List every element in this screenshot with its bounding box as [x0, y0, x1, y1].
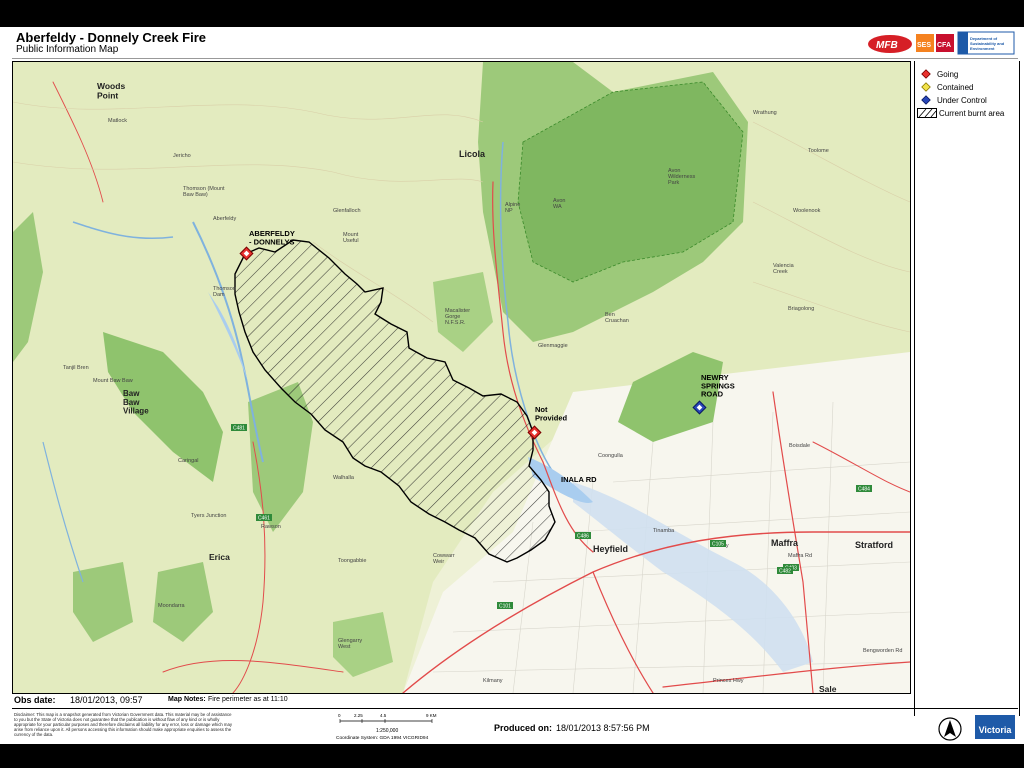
- scale-tick-2: 4.5: [380, 713, 387, 718]
- road-shield: C486: [575, 532, 591, 540]
- road-shield: C105: [710, 540, 726, 548]
- agency-logos: MFB SES CFA Department of Sustainability…: [868, 31, 1015, 55]
- map-place-label: Bengworden Rd: [863, 648, 902, 654]
- map-place-label: Princes Hwy: [713, 678, 744, 684]
- disclaimer-text: Disclaimer: This map is a snapshot gener…: [14, 712, 233, 738]
- road-shield: C101: [497, 602, 513, 610]
- legend-contained: Contained: [921, 82, 973, 92]
- svg-text:C101: C101: [499, 604, 511, 610]
- map-notes-value: Fire perimeter as at 11:10: [208, 696, 288, 703]
- legend-label-contained: Contained: [937, 82, 974, 92]
- map-place-label: Tanjil Bren: [63, 365, 89, 371]
- map-place-label: Toolome: [808, 148, 829, 154]
- north-arrow-icon: [938, 717, 962, 741]
- map-panel[interactable]: ABERFELDY - DONNELYS Not Provided INALA RD…: [12, 61, 911, 694]
- victoria-logo: Victoria: [975, 715, 1015, 739]
- map-place-label: Moondarra: [158, 603, 186, 609]
- map-place-label: Coongulla: [598, 453, 624, 459]
- scale-tick-3: 9 KM: [426, 713, 437, 718]
- contained-diamond-icon: [921, 82, 931, 92]
- town-licola: Licola: [459, 149, 486, 159]
- legend-going: Going: [921, 69, 958, 79]
- svg-text:C461: C461: [258, 516, 270, 522]
- road-shield: C461: [256, 514, 272, 522]
- town-erica: Erica: [209, 552, 230, 562]
- town-heyfield: Heyfield: [593, 544, 628, 554]
- map-notes-label: Map Notes:: [168, 696, 206, 703]
- going-diamond-icon: [921, 69, 931, 79]
- mfb-logo: MFB: [868, 35, 912, 53]
- map-sheet: Aberfeldy - Donnely Creek Fire Public In…: [0, 27, 1024, 744]
- obs-date-value: 18/01/2013, 09:57: [70, 695, 143, 705]
- map-place-label: Boisdale: [789, 443, 810, 449]
- map-place-label: Woolenook: [793, 208, 821, 214]
- map-place-label: Matlock: [108, 118, 127, 124]
- map-place-label: Mount Useful: [343, 232, 359, 244]
- map-place-label: Maffra Rd: [788, 553, 812, 559]
- road-shield: C481: [231, 424, 247, 432]
- map-place-label: Kilmany: [483, 678, 503, 684]
- cfa-logo: CFA: [936, 34, 954, 52]
- map-place-label: Rawson: [261, 524, 281, 530]
- map-title: Aberfeldy - Donnely Creek Fire: [16, 30, 206, 45]
- legend-panel: Going Contained Under Control Current bu…: [914, 61, 1020, 716]
- under-control-diamond-icon: [921, 95, 931, 105]
- map-place-label: Aberfeldy: [213, 216, 236, 222]
- svg-text:C486: C486: [577, 534, 589, 540]
- map-place-label: Caringal: [178, 458, 198, 464]
- legend-label-under-control: Under Control: [937, 95, 987, 105]
- town-sale: Sale: [819, 684, 837, 693]
- map-place-label: Tyers Junction: [191, 513, 226, 519]
- town-stratford: Stratford: [855, 540, 893, 550]
- observation-row: Obs date: 18/01/2013, 09:57 Map Notes: F…: [12, 694, 912, 706]
- produced-on-label: Produced on:: [494, 723, 552, 733]
- map-place-label: Walhalla: [333, 475, 355, 481]
- burnt-area-hatch-icon: [917, 108, 937, 118]
- fire-label-aberfeldy: ABERFELDY - DONNELYS: [249, 229, 295, 246]
- road-shield: C484: [856, 485, 872, 493]
- svg-text:C105: C105: [712, 542, 724, 548]
- map-place-label: Glenmaggie: [538, 343, 568, 349]
- svg-text:C481: C481: [233, 426, 245, 432]
- dse-logo: Department of Sustainability and Environ…: [957, 31, 1015, 55]
- map-subtitle: Public Information Map: [16, 44, 119, 55]
- produced-on-value: 18/01/2013 8:57:56 PM: [556, 723, 650, 733]
- map-place-label: Wrathung: [753, 110, 777, 116]
- mfb-logo-text: MFB: [876, 40, 898, 51]
- fire-label-inala: INALA RD: [561, 475, 597, 484]
- scale-bar: 0 2.25 4.5 9 KM 1:250,000 Coordinate Sys…: [336, 713, 437, 741]
- header-divider: [12, 58, 1018, 59]
- scale-ratio: 1:250,000: [376, 728, 398, 734]
- road-shield: C482: [777, 567, 793, 575]
- legend-burnt: Current burnt area: [917, 108, 1004, 118]
- map-place-label: Tinamba: [653, 528, 675, 534]
- svg-text:Environment: Environment: [970, 46, 995, 51]
- ses-logo: SES: [916, 34, 934, 52]
- legend-label-going: Going: [937, 69, 959, 79]
- map-place-label: Toongabbie: [338, 558, 366, 564]
- map-place-label: Glenfalloch: [333, 208, 361, 214]
- map-place-label: Briagolong: [788, 306, 814, 312]
- svg-text:C482: C482: [779, 569, 791, 575]
- town-maffra: Maffra: [771, 538, 799, 548]
- map-canvas[interactable]: ABERFELDY - DONNELYS Not Provided INALA RD…: [13, 62, 910, 693]
- scale-tick-0: 0: [338, 713, 341, 718]
- cfa-logo-text: CFA: [937, 42, 951, 49]
- scale-tick-1: 2.25: [354, 713, 363, 718]
- map-place-label: Mount Baw Baw: [93, 378, 133, 384]
- footer-divider: [12, 708, 1018, 709]
- legend-under-control: Under Control: [921, 95, 987, 105]
- ses-logo-text: SES: [917, 42, 931, 49]
- legend-label-burnt: Current burnt area: [939, 108, 1005, 118]
- svg-text:C484: C484: [858, 487, 870, 493]
- obs-date-label: Obs date:: [14, 695, 56, 705]
- map-place-label: Jericho: [173, 153, 191, 159]
- coord-system: Coordinate System: GDA 1994 VICGRID94: [336, 735, 429, 741]
